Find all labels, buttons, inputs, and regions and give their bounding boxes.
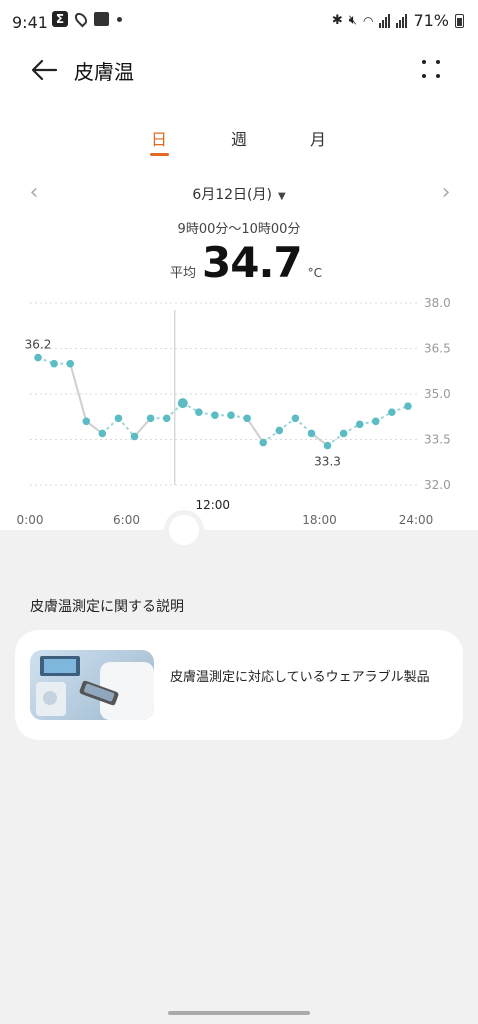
data-point xyxy=(275,426,284,435)
tab-month[interactable]: 月 xyxy=(288,126,348,150)
card-thumbnail xyxy=(30,650,154,720)
data-point xyxy=(404,402,412,410)
signal-2-icon xyxy=(396,13,408,28)
chart-scrubber-handle[interactable] xyxy=(164,510,204,550)
selected-data-point xyxy=(177,398,188,409)
battery-icon xyxy=(455,13,464,28)
home-indicator[interactable] xyxy=(168,1011,310,1015)
data-point xyxy=(323,441,332,450)
y-tick-label: 35.0 xyxy=(424,387,451,401)
data-point xyxy=(227,411,235,420)
data-point xyxy=(211,411,219,420)
data-point xyxy=(339,429,348,438)
tab-indicator xyxy=(150,153,169,156)
card-text: 皮膚温測定に対応しているウェアラブル製品 xyxy=(170,670,430,685)
status-bar: 9:41 Σ ✱ 🔇︎ ◠ 71% xyxy=(0,0,478,44)
app-bar: 皮膚温 xyxy=(0,44,478,94)
x-tick-label: 12:00 xyxy=(195,498,230,512)
x-tick-label: 0:00 xyxy=(17,513,44,527)
data-point xyxy=(162,414,171,423)
wifi-icon: ◠ xyxy=(362,13,374,28)
time-range: 9時00分～10時00分 xyxy=(177,222,301,237)
y-tick-label: 38.0 xyxy=(424,296,451,310)
dropdown-caret-icon: ▼ xyxy=(277,191,286,202)
tab-day[interactable]: 日 xyxy=(129,126,189,150)
series-segment xyxy=(69,363,88,422)
data-label: 36.2 xyxy=(25,338,52,352)
data-point xyxy=(243,414,251,423)
data-point xyxy=(66,359,75,368)
skin-temp-chart[interactable]: 38.0 36.5 35.0 33.5 32.0 0:00 6:00 12:00 18:00 24… xyxy=(0,290,478,535)
data-point xyxy=(291,414,300,423)
data-point xyxy=(146,414,155,423)
period-tabs: 日 週 月 xyxy=(0,126,478,160)
data-point xyxy=(82,417,91,426)
section-title: 皮膚温測定に関する説明 xyxy=(30,599,184,615)
series-segment xyxy=(246,417,265,444)
y-tick-label: 33.5 xyxy=(424,433,451,447)
data-point xyxy=(34,353,42,362)
status-time: 9:41 xyxy=(12,13,48,32)
average-readout: 平均 34.7 °C xyxy=(170,238,322,288)
y-tick-label: 32.0 xyxy=(424,478,451,492)
signal-icon xyxy=(379,13,391,28)
average-value: 34.7 xyxy=(202,238,303,287)
info-card[interactable]: 皮膚温測定に対応しているウェアラブル製品 xyxy=(15,630,463,740)
mute-icon: 🔇︎ xyxy=(348,13,357,28)
x-tick-label: 6:00 xyxy=(113,513,140,527)
sigma-icon: Σ xyxy=(52,11,68,27)
data-point xyxy=(195,408,203,416)
average-unit: °C xyxy=(307,266,323,280)
page-title: 皮膚温 xyxy=(74,60,134,84)
data-point xyxy=(307,429,316,438)
data-point xyxy=(50,359,58,368)
date-dropdown[interactable]: 6月12日(月) ▼ xyxy=(0,184,478,204)
bluetooth-icon: ✱ xyxy=(331,13,343,28)
location-icon xyxy=(72,10,90,28)
data-point xyxy=(259,438,268,447)
date-selector: ‹ 6月12日(月) ▼ › xyxy=(0,180,478,206)
average-label: 平均 xyxy=(170,266,197,281)
x-tick-label: 24:00 xyxy=(399,513,434,527)
next-day-icon[interactable]: › xyxy=(436,182,456,204)
battery-percent: 71% xyxy=(413,11,449,30)
notification-dot-icon xyxy=(117,16,122,22)
data-point xyxy=(114,414,123,423)
y-tick-label: 36.5 xyxy=(424,342,451,356)
data-point xyxy=(371,417,380,426)
data-point xyxy=(98,429,107,438)
data-point xyxy=(130,432,139,441)
tab-week[interactable]: 週 xyxy=(209,126,269,150)
gallery-icon xyxy=(94,12,109,26)
more-options-icon[interactable] xyxy=(418,56,446,84)
data-point xyxy=(388,408,396,416)
date-label: 6月12日(月) xyxy=(192,187,272,203)
data-label: 33.3 xyxy=(314,455,341,469)
back-arrow-icon[interactable] xyxy=(26,52,62,88)
data-point xyxy=(355,420,364,429)
x-tick-label: 18:00 xyxy=(302,513,337,527)
